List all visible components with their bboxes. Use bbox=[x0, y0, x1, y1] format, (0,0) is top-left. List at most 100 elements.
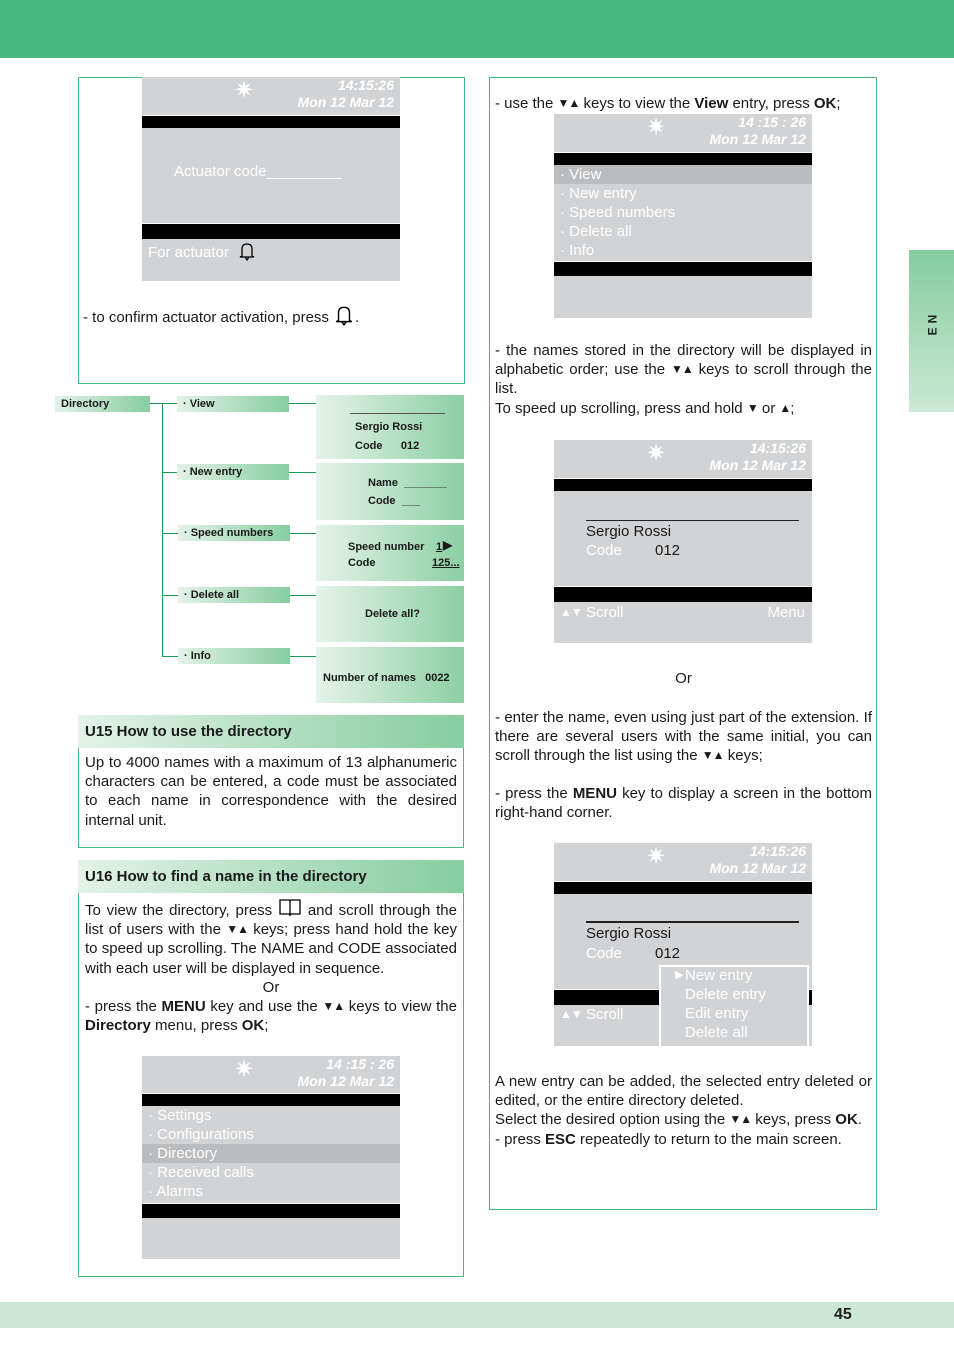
menu-item-configurations[interactable]: · Configurations bbox=[142, 1125, 400, 1144]
entry-name: Sergio Rossi bbox=[586, 925, 672, 942]
down-up-arrows-icon: ▼▲ bbox=[226, 922, 249, 937]
tree-branch-new-entry: · New entry bbox=[177, 464, 289, 480]
u16-title: U16 How to find a name in the directory bbox=[78, 860, 464, 893]
up-down-arrows-icon: ▲▼ bbox=[560, 1007, 583, 1021]
menu-item-directory[interactable]: · Directory bbox=[142, 1144, 400, 1163]
tree-screen-speed-numbers: Speed number 1 ▶ Code 125... bbox=[316, 525, 464, 581]
tree-screen-view: Sergio Rossi Code 012 bbox=[316, 395, 464, 459]
entry-code: Code 012 bbox=[355, 440, 420, 452]
down-up-arrows-icon: ▼▲ bbox=[729, 1112, 752, 1127]
tree-branch-delete-all: · Delete all bbox=[178, 587, 290, 603]
u15-body: Up to 4000 names with a maximum of 13 al… bbox=[85, 754, 457, 829]
sun-icon: ✷ bbox=[234, 77, 255, 104]
sun-icon: ✷ bbox=[646, 843, 667, 870]
menu-item-new-entry[interactable]: · New entry bbox=[554, 184, 812, 203]
menu-item-delete-all[interactable]: · Delete all bbox=[554, 222, 812, 241]
code-field: Code ___ bbox=[368, 495, 420, 507]
down-up-arrows-icon: ▼▲ bbox=[670, 362, 694, 377]
down-up-arrows-icon: ▼▲ bbox=[557, 96, 581, 110]
menu-softkey[interactable]: Menu bbox=[767, 604, 805, 621]
tree-screen-new-entry: Name _______ Code ___ bbox=[316, 463, 464, 520]
down-up-arrows-icon: ▼▲ bbox=[322, 999, 345, 1014]
options-popup: ▶ New entry Delete entry Edit entry Delet… bbox=[659, 965, 809, 1046]
down-arrow-icon: ▼ bbox=[746, 400, 759, 415]
code-label: Code bbox=[586, 542, 622, 559]
entry-view-screen: ✷ 14:15:26 Mon 12 Mar 12 Sergio Rossi Cod… bbox=[554, 440, 812, 643]
book-icon bbox=[279, 899, 301, 917]
popup-item-new-entry[interactable]: ▶ New entry bbox=[675, 967, 753, 984]
right-p1: - use the ▼▲ keys to view the View entry… bbox=[495, 95, 841, 112]
bell-icon bbox=[239, 243, 255, 262]
popup-item-edit-entry[interactable]: Edit entry bbox=[685, 1005, 748, 1022]
menu-item-speed-numbers[interactable]: · Speed numbers bbox=[554, 203, 812, 222]
clock: 14:15:26 Mon 12 Mar 12 bbox=[297, 77, 394, 110]
screen-footer: For actuator bbox=[148, 241, 257, 262]
down-up-arrows-icon: ▼▲ bbox=[701, 748, 725, 763]
directory-menu-screen: ✷ 14 :15 : 26 Mon 12 Mar 12 · View · New … bbox=[554, 114, 812, 318]
code-value: 012 bbox=[655, 945, 681, 962]
bell-icon bbox=[336, 306, 353, 327]
arrow-right-icon: ▶ bbox=[443, 538, 453, 552]
entry-name: Sergio Rossi bbox=[355, 421, 423, 433]
actuator-code-field[interactable]: Actuator code_________ bbox=[174, 163, 342, 180]
name-field: Name _______ bbox=[368, 477, 447, 489]
right-p4: - press the MENU key to display a screen… bbox=[495, 785, 872, 822]
tree-connector bbox=[290, 533, 316, 534]
tree-connector bbox=[290, 595, 316, 596]
popup-item-delete-entry[interactable]: Delete entry bbox=[685, 986, 766, 1003]
u16-body: To view the directory, press and scroll … bbox=[85, 898, 457, 1035]
scroll-softkey[interactable]: ▲▼ Scroll bbox=[560, 1006, 623, 1023]
code-value: 012 bbox=[655, 542, 681, 559]
clock: 14:15:26 Mon 12 Mar 12 bbox=[709, 843, 806, 876]
number-of-names: Number of names 0022 bbox=[323, 672, 450, 684]
right-p2: - the names stored in the directory will… bbox=[495, 342, 872, 417]
clock: 14 :15 : 26 Mon 12 Mar 12 bbox=[709, 114, 806, 147]
screen-bar bbox=[142, 115, 400, 128]
screen-bar bbox=[554, 478, 812, 491]
up-arrow-icon: ▲ bbox=[779, 400, 791, 415]
tree-connector bbox=[162, 403, 163, 656]
tree-branch-info: · Info bbox=[178, 648, 290, 664]
menu-item-settings[interactable]: · Settings bbox=[142, 1106, 400, 1125]
menu-item-received-calls[interactable]: · Received calls bbox=[142, 1163, 400, 1182]
screen-bar bbox=[554, 586, 812, 602]
speed-number-value: 1 bbox=[436, 541, 443, 553]
actuator-instruction: - to confirm actuator activation, press … bbox=[83, 304, 463, 327]
menu-item-info[interactable]: · Info bbox=[554, 241, 812, 260]
tree-branch-speed-numbers: · Speed numbers bbox=[178, 525, 290, 541]
code-value: 125... bbox=[432, 557, 460, 569]
tree-connector bbox=[289, 472, 316, 473]
tree-screen-delete-all: Delete all? bbox=[316, 586, 464, 642]
separator-line bbox=[350, 413, 445, 414]
footer-band bbox=[0, 1302, 954, 1328]
separator-line bbox=[586, 520, 799, 521]
screen-header: ✷ 14:15:26 Mon 12 Mar 12 bbox=[554, 440, 812, 478]
u15-title: U15 How to use the directory bbox=[78, 715, 464, 748]
clock: 14:15:26 Mon 12 Mar 12 bbox=[709, 440, 806, 473]
code-label: Code bbox=[348, 557, 376, 569]
or-separator: Or bbox=[675, 670, 692, 687]
scroll-softkey[interactable]: ▲▼ Scroll bbox=[560, 604, 623, 621]
screen-bar bbox=[142, 223, 400, 239]
arrow-right-icon: ▶ bbox=[675, 969, 684, 981]
tree-screen-info: Number of names 0022 bbox=[316, 647, 464, 703]
or-separator: Or bbox=[262, 978, 280, 996]
menu-item-view[interactable]: · View bbox=[554, 165, 812, 184]
menu-item-alarms[interactable]: · Alarms bbox=[142, 1182, 400, 1201]
clock: 14 :15 : 26 Mon 12 Mar 12 bbox=[297, 1056, 394, 1089]
separator-line bbox=[586, 921, 799, 923]
screen-header: ✷ 14 :15 : 26 Mon 12 Mar 12 bbox=[554, 114, 812, 152]
right-p3: - enter the name, even using just part o… bbox=[495, 709, 872, 765]
tree-root-directory: Directory bbox=[55, 396, 150, 412]
right-p5: A new entry can be added, the selected e… bbox=[495, 1073, 872, 1148]
popup-item-delete-all[interactable]: Delete all bbox=[685, 1024, 748, 1041]
language-tab: EN bbox=[909, 250, 954, 412]
screen-bar bbox=[554, 152, 812, 165]
speed-number-label: Speed number bbox=[348, 541, 425, 553]
delete-all-prompt: Delete all? bbox=[365, 608, 421, 620]
sun-icon: ✷ bbox=[646, 440, 667, 467]
tree-branch-view: · View bbox=[177, 396, 289, 412]
screen-bar bbox=[554, 261, 812, 276]
tree-connector bbox=[290, 656, 316, 657]
screen-bar bbox=[142, 1203, 400, 1218]
